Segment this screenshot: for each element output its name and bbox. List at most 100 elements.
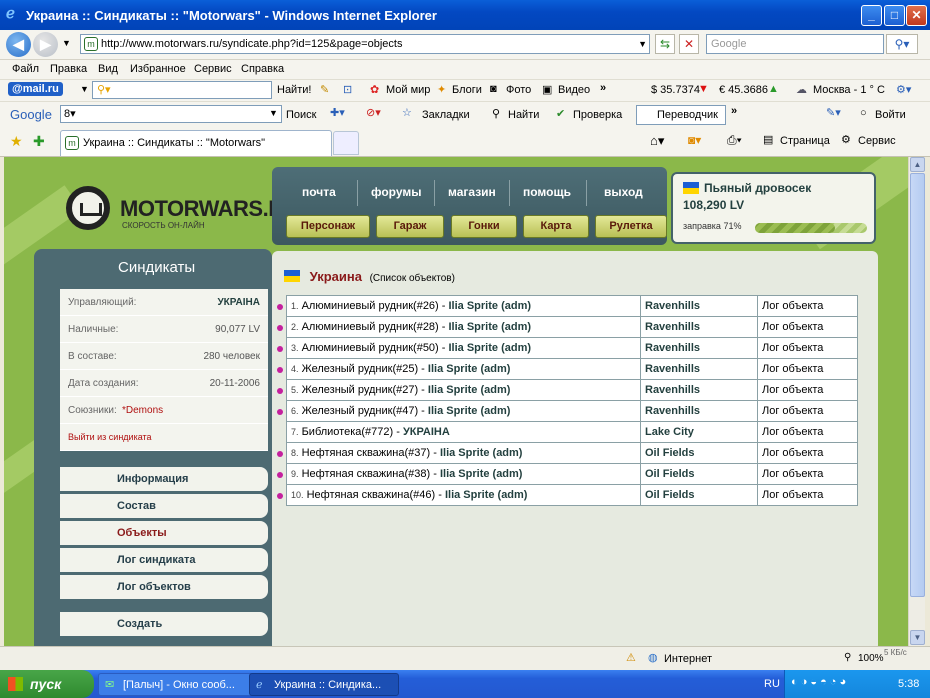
mailru-search-input[interactable]: ⚲▾: [92, 81, 272, 99]
sidebar-item-create[interactable]: Создать: [60, 612, 268, 636]
weather-text[interactable]: Москва - 1 ° C: [813, 84, 885, 96]
object-log-link[interactable]: Лог объекта: [757, 358, 858, 380]
object-cell[interactable]: 2. Алюминиевый рудник(#28) - Ilia Sprite…: [286, 316, 641, 338]
sidebar-item-syndicate-log[interactable]: Лог синдиката: [60, 548, 268, 572]
close-button[interactable]: ✕: [906, 5, 927, 26]
new-tab-button[interactable]: [333, 131, 359, 155]
tools-menu-button[interactable]: Сервис: [858, 135, 896, 147]
signin-button[interactable]: Войти: [875, 109, 906, 121]
stop-button[interactable]: ✕: [679, 34, 699, 54]
taskbar-item-browser[interactable]: ℯ Украина :: Синдика...: [249, 673, 399, 696]
search-input[interactable]: Google: [706, 34, 884, 54]
favorites-star-icon[interactable]: ★: [10, 133, 23, 150]
object-cell[interactable]: 4. Железный рудник(#25) - Ilia Sprite (a…: [286, 358, 641, 380]
object-cell[interactable]: 1. Алюминиевый рудник(#26) - Ilia Sprite…: [286, 295, 641, 317]
print-icon[interactable]: ⎙▾: [727, 133, 742, 148]
scroll-down-arrow-icon[interactable]: ▼: [910, 630, 925, 645]
address-input[interactable]: m http://www.motorwars.ru/syndicate.php?…: [80, 34, 650, 54]
spellcheck-button[interactable]: Проверка: [573, 109, 622, 121]
nav-mail[interactable]: почта: [302, 185, 336, 199]
google-plus-icon[interactable]: ✚▾: [330, 106, 345, 119]
maximize-button[interactable]: □: [884, 5, 905, 26]
nav-exit[interactable]: выход: [604, 185, 643, 199]
language-indicator[interactable]: RU: [764, 678, 780, 690]
menu-tools[interactable]: Сервис: [194, 63, 232, 75]
search-button[interactable]: ⚲▾: [886, 34, 918, 54]
forward-button[interactable]: ▶: [33, 32, 58, 57]
character-button[interactable]: Персонаж: [286, 215, 370, 238]
refresh-button[interactable]: ⇆: [655, 34, 675, 54]
races-button[interactable]: Гонки: [451, 215, 517, 238]
sidebar-item-objects[interactable]: Объекты: [60, 521, 268, 545]
leave-syndicate-link[interactable]: Выйти из синдиката: [68, 432, 152, 442]
sidebar-item-objects-log[interactable]: Лог объектов: [60, 575, 268, 599]
object-cell[interactable]: 7. Библиотека(#772) - УКРАІНА: [286, 421, 641, 443]
menu-favorites[interactable]: Избранное: [130, 63, 186, 75]
object-log-link[interactable]: Лог объекта: [757, 337, 858, 359]
vertical-scrollbar[interactable]: ▲ ▼: [908, 157, 925, 646]
object-cell[interactable]: 6. Железный рудник(#47) - Ilia Sprite (a…: [286, 400, 641, 422]
object-log-link[interactable]: Лог объекта: [757, 484, 858, 506]
mailru-find-button[interactable]: Найти!: [277, 84, 311, 96]
garage-button[interactable]: Гараж: [376, 215, 444, 238]
sidebar-item-info[interactable]: Информация: [60, 467, 268, 491]
object-cell[interactable]: 5. Железный рудник(#27) - Ilia Sprite (a…: [286, 379, 641, 401]
feeds-icon[interactable]: ◙▾: [688, 133, 701, 147]
link-my-world[interactable]: Мой мир: [386, 84, 430, 96]
history-dropdown-icon[interactable]: ▼: [62, 38, 71, 48]
object-log-link[interactable]: Лог объекта: [757, 316, 858, 338]
object-log-link[interactable]: Лог объекта: [757, 400, 858, 422]
menu-view[interactable]: Вид: [98, 63, 118, 75]
object-log-link[interactable]: Лог объекта: [757, 421, 858, 443]
scroll-thumb[interactable]: [910, 173, 925, 597]
object-log-link[interactable]: Лог объекта: [757, 379, 858, 401]
page-menu-button[interactable]: Страница: [780, 135, 830, 147]
ally-link[interactable]: *Demons: [122, 405, 163, 416]
google-search-input[interactable]: 8▾ ▼: [60, 105, 282, 123]
wrench-icon[interactable]: ✎▾: [826, 106, 841, 119]
start-button[interactable]: пуск: [0, 670, 94, 698]
object-cell[interactable]: 8. Нефтяная скважина(#37) - Ilia Sprite …: [286, 442, 641, 464]
menu-file[interactable]: Файл: [12, 63, 39, 75]
google-logo[interactable]: Google: [10, 107, 52, 122]
page-search-icon[interactable]: ⊡: [343, 83, 352, 96]
scroll-up-arrow-icon[interactable]: ▲: [910, 157, 925, 172]
object-log-link[interactable]: Лог объекта: [757, 442, 858, 464]
nav-forums[interactable]: форумы: [371, 185, 421, 199]
user-name[interactable]: Пьяный дровосек: [704, 181, 811, 195]
minimize-button[interactable]: _: [861, 5, 882, 26]
object-cell[interactable]: 9. Нефтяная скважина(#38) - Ilia Sprite …: [286, 463, 641, 485]
popup-blocker-icon[interactable]: ⊘▾: [366, 106, 381, 119]
tab-active[interactable]: m Украина :: Синдикаты :: "Motorwars": [60, 130, 332, 156]
object-cell[interactable]: 3. Алюминиевый рудник(#50) - Ilia Sprite…: [286, 337, 641, 359]
menu-help[interactable]: Справка: [241, 63, 284, 75]
object-log-link[interactable]: Лог объекта: [757, 463, 858, 485]
mailru-logo[interactable]: @mail.ru: [8, 82, 63, 96]
menu-edit[interactable]: Правка: [50, 63, 87, 75]
object-log-link[interactable]: Лог объекта: [757, 295, 858, 317]
zoom-level[interactable]: 100%: [858, 653, 884, 664]
taskbar-item-messenger[interactable]: ✉ [Палыч] - Окно сооб...: [98, 673, 268, 696]
more-chevron-icon[interactable]: »: [731, 105, 737, 117]
back-button[interactable]: ◀: [6, 32, 31, 57]
more-chevron-icon[interactable]: »: [600, 82, 606, 94]
translate-button[interactable]: Переводчик: [636, 105, 726, 125]
nav-help[interactable]: помощь: [523, 185, 571, 199]
mailru-menu-icon[interactable]: ▼: [80, 84, 89, 94]
map-button[interactable]: Карта: [523, 215, 589, 238]
link-blogs[interactable]: Блоги: [452, 84, 482, 96]
nav-shop[interactable]: магазин: [448, 185, 496, 199]
sidebar-item-members[interactable]: Состав: [60, 494, 268, 518]
settings-icon[interactable]: ⚙▾: [896, 83, 911, 96]
roulette-button[interactable]: Рулетка: [595, 215, 667, 238]
home-icon[interactable]: ⌂▾: [650, 133, 664, 149]
google-find-button[interactable]: Найти: [508, 109, 539, 121]
object-cell[interactable]: 10. Нефтяная скважина(#46) - Ilia Sprite…: [286, 484, 641, 506]
link-video[interactable]: Видео: [558, 84, 590, 96]
add-favorite-icon[interactable]: ✚: [33, 133, 45, 150]
google-search-button[interactable]: Поиск: [286, 109, 316, 121]
highlight-icon[interactable]: ✎: [320, 83, 329, 96]
link-photo[interactable]: Фото: [506, 84, 531, 96]
address-dropdown-icon[interactable]: ▼: [638, 35, 647, 53]
bookmarks-button[interactable]: Закладки: [422, 109, 470, 121]
